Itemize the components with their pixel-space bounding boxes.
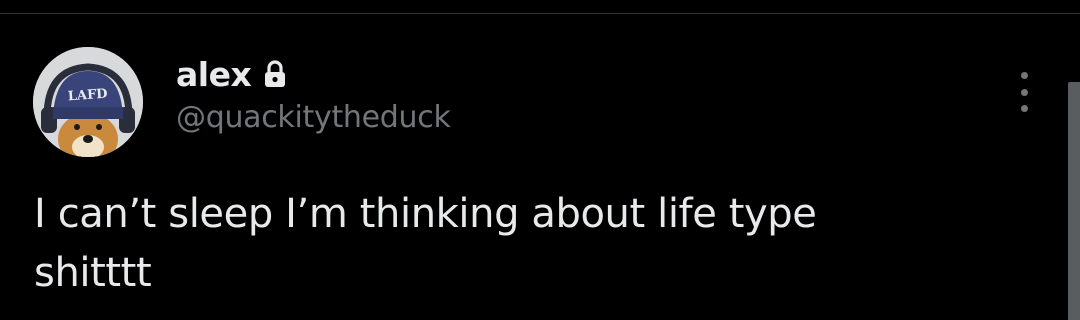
avatar[interactable]: LAFD: [33, 47, 143, 157]
tweet-text-line-1: I can’t sleep I’m thinking about life ty…: [34, 191, 817, 237]
dog-avatar-icon: LAFD: [33, 47, 143, 157]
vertical-ellipsis-icon-dot-1: [1020, 72, 1028, 79]
author-handle[interactable]: @quackitytheduck: [176, 100, 451, 135]
more-options-button[interactable]: [1010, 68, 1038, 116]
display-name[interactable]: alex: [176, 55, 252, 94]
lock-icon: [263, 59, 287, 89]
beanie-text: LAFD: [67, 87, 108, 105]
scrollbar[interactable]: [1068, 82, 1080, 320]
top-divider: [0, 13, 1080, 14]
tweet-text-line-2: shitttt: [34, 250, 152, 296]
tweet-text: I can’t sleep I’m thinking about life ty…: [34, 185, 1034, 303]
vertical-ellipsis-icon-dot-3: [1020, 105, 1028, 112]
vertical-ellipsis-icon-dot-2: [1020, 88, 1028, 96]
author-name-row[interactable]: alex: [176, 52, 287, 96]
